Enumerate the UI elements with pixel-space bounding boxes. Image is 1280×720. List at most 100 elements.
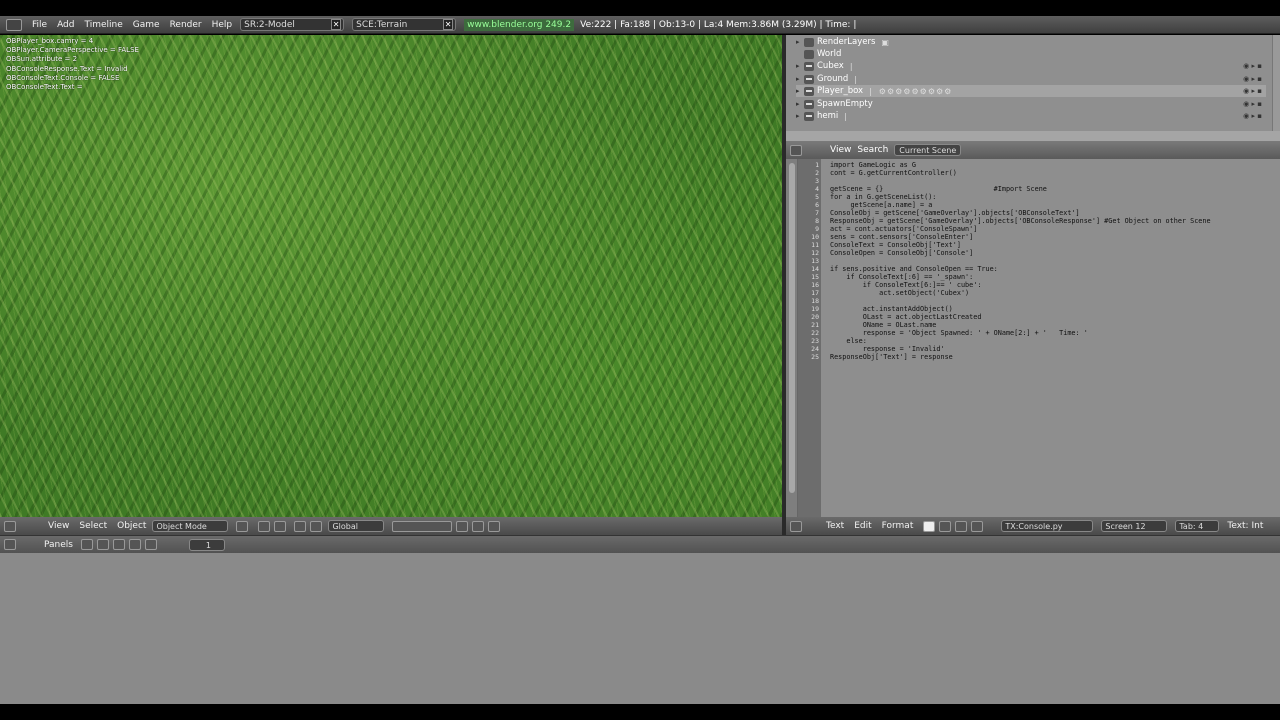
menu-help[interactable]: Help [212,20,233,30]
menu-format[interactable]: Format [882,521,914,531]
close-icon[interactable]: ✕ [443,19,454,30]
tab-width-field[interactable]: Tab: 4 [1175,520,1220,532]
window-type-icon[interactable] [790,144,802,156]
panels-menu[interactable]: Panels [44,540,73,550]
expand-triangle-icon[interactable]: ▸ [796,62,804,70]
menu-timeline[interactable]: Timeline [85,20,123,30]
code-line[interactable]: act.instantAddObject() [830,305,953,313]
code-line[interactable]: else: [830,337,866,345]
code-line[interactable]: OName = OLast.name [830,321,937,329]
menu-file[interactable]: File [32,20,47,30]
outliner-item-player-box[interactable]: ▸ Player_box | ⚙⚙⚙⚙⚙⚙⚙⚙⚙ ◉ ▸ ▪ [796,85,1266,97]
code-line[interactable]: cont = G.getCurrentController() [830,169,957,177]
outliner-scope-select[interactable]: Current Scene [894,144,962,156]
menu-render[interactable]: Render [170,20,202,30]
menu-select[interactable]: Select [79,521,107,531]
code-line[interactable]: act = cont.actuators['ConsoleSpawn'] [830,225,977,233]
window-type-icon[interactable] [6,18,22,31]
code-line[interactable]: act.setObject('Cubex') [830,289,969,297]
hand-cursor-icon[interactable] [294,520,307,532]
context-script-icon[interactable] [96,539,109,550]
visibility-icon[interactable]: ◉ ▸ ▪ [1243,75,1262,83]
outliner-item-cubex[interactable]: ▸ Cubex | ◉ ▸ ▪ [796,60,1266,72]
visibility-icon[interactable]: ◉ ▸ ▪ [1243,100,1262,108]
manipulator-icon[interactable] [274,520,287,532]
pivot-icon[interactable] [258,520,271,532]
code-line[interactable]: response = 'Object Spawned: ' + OName[2:… [830,329,1088,337]
expand-triangle-icon[interactable]: ▸ [796,75,804,83]
code-line[interactable]: sens = cont.sensors['ConsoleEnter'] [830,233,973,241]
menu-game[interactable]: Game [133,20,160,30]
menu-text[interactable]: Text [826,521,844,531]
expand-triangle-icon[interactable]: ▸ [796,112,804,120]
visibility-icon[interactable]: ◉ ▸ ▪ [1243,62,1262,70]
mode-select[interactable]: Object Mode [152,520,229,532]
menu-object[interactable]: Object [117,521,146,531]
object-icon [804,86,814,96]
expand-triangle-icon[interactable]: ▸ [796,87,804,95]
context-logic-icon[interactable] [80,539,93,550]
python-icon[interactable] [971,520,984,532]
code-line[interactable]: getScene = {} #Import Scene [830,185,1047,193]
code-line[interactable]: if sens.positive and ConsoleOpen == True… [830,265,998,273]
font-select[interactable]: Screen 12 [1101,520,1168,532]
window-type-icon[interactable] [4,539,16,550]
page-number-field[interactable]: 1 [188,538,225,551]
window-type-icon[interactable] [790,520,802,532]
context-shading-icon[interactable] [112,539,125,550]
code-line[interactable]: response = 'Invalid' [830,345,945,353]
rotate-icon[interactable] [310,520,323,532]
code-line[interactable]: if ConsoleText[6:]== ' cube': [830,281,982,289]
line-numbers-icon[interactable] [939,520,952,532]
world-icon [804,49,814,59]
expand-triangle-icon[interactable]: ▸ [796,100,804,108]
menu-view[interactable]: View [830,145,851,155]
outliner-item-renderlayers[interactable]: ▸ RenderLayers ▣ [796,36,1266,48]
outliner-item-world[interactable]: World [796,48,1266,60]
scene-selector[interactable]: SCE:Terrain ✕ [352,18,457,31]
blender-url-link[interactable]: www.blender.org 249.2 [464,18,575,31]
menu-view[interactable]: View [48,521,69,531]
code-line[interactable]: ResponseObj['Text'] = response [830,353,953,361]
render-icon[interactable] [488,520,501,532]
screen-selector[interactable]: SR:2-Model ✕ [240,18,345,31]
line-number: 7 [815,209,819,217]
close-icon[interactable]: ✕ [331,19,342,30]
layer-buttons-icon[interactable] [392,520,453,532]
snap-icon[interactable] [472,520,485,532]
outliner-item-hemi[interactable]: ▸ hemi | ◉ ▸ ▪ [796,110,1266,122]
fullscreen-icon[interactable] [923,520,936,532]
code-line[interactable]: ConsoleObj = getScene['GameOverlay'].obj… [830,209,1080,217]
buttons-window[interactable] [0,553,1280,704]
expand-triangle-icon[interactable]: ▸ [796,38,804,46]
orientation-select[interactable]: Global [328,520,385,532]
scrollbar-thumb[interactable] [789,163,795,493]
syntax-icon[interactable] [955,520,968,532]
code-line[interactable]: if ConsoleText[:6] == '_spawn': [830,273,973,281]
code-line[interactable]: ConsoleOpen = ConsoleObj['Console'] [830,249,973,257]
code-line[interactable]: ConsoleText = ConsoleObj['Text'] [830,241,961,249]
draw-type-icon[interactable] [236,520,249,532]
text-scrollbar[interactable] [786,159,798,517]
window-type-icon[interactable] [4,520,16,532]
code-line[interactable]: for a in G.getSceneList(): [830,193,936,201]
visibility-icon[interactable]: ◉ ▸ ▪ [1243,87,1262,95]
menu-add[interactable]: Add [57,20,74,30]
context-object-icon[interactable] [128,539,141,550]
menu-edit[interactable]: Edit [854,521,871,531]
code-line[interactable]: import GameLogic as G [830,161,916,169]
3d-viewport[interactable]: OBPlayer_box.camry = 4 OBPlayer.CameraPe… [0,35,782,517]
outliner-item-ground[interactable]: ▸ Ground | ◉ ▸ ▪ [796,73,1266,85]
outliner-item-spawnempty[interactable]: ▸ SpawnEmpty ◉ ▸ ▪ [796,98,1266,110]
menu-search[interactable]: Search [857,145,888,155]
text-editor[interactable]: 1 2 3 4 5 6 7 8 9 10 11 12 13 14 15 16 17 18 19 20 21 22 23 24 2… [786,159,1280,517]
object-icon [804,74,814,84]
code-line[interactable]: OLast = act.objectLastCreated [830,313,982,321]
lock-icon[interactable] [456,520,469,532]
code-line[interactable]: getScene[a.name] = a [830,201,932,209]
text-file-select[interactable]: TX:Console.py [1001,520,1094,532]
code-line[interactable]: ResponseObj = getScene['GameOverlay'].ob… [830,217,1211,225]
visibility-icon[interactable]: ◉ ▸ ▪ [1243,112,1262,120]
outliner-scrollbar[interactable] [1272,35,1280,131]
context-editing-icon[interactable] [144,539,157,550]
